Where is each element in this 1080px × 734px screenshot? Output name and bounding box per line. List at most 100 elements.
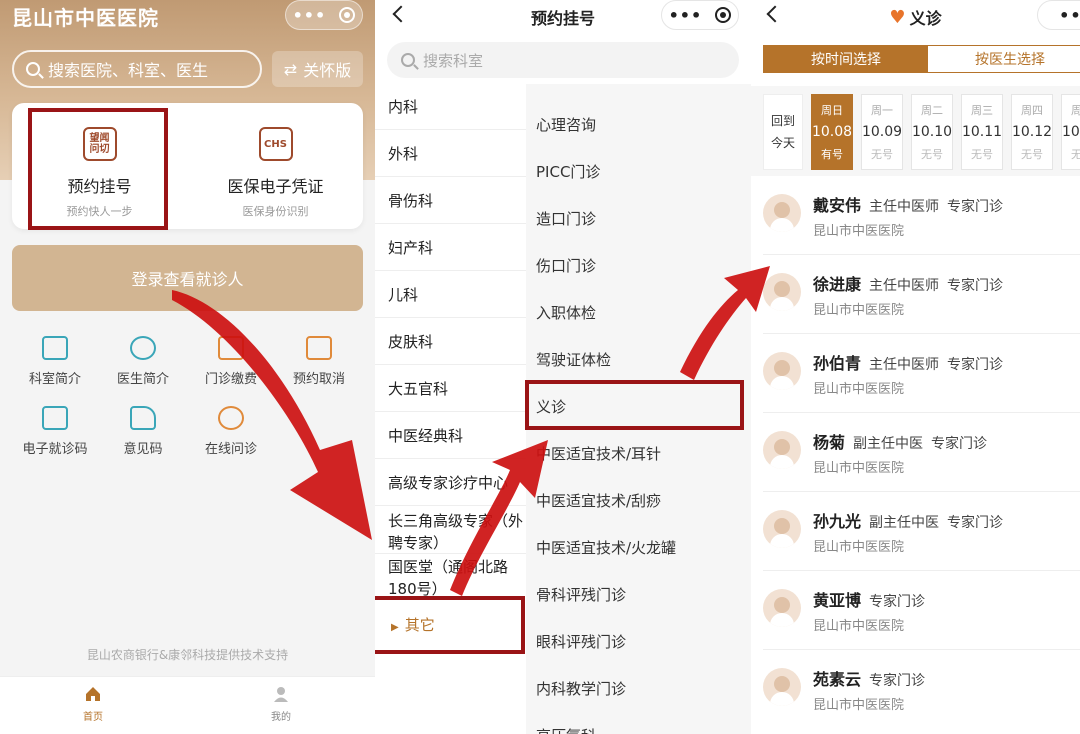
category-item[interactable]: 外科	[388, 143, 524, 165]
department-search-input[interactable]: 搜索科室	[387, 42, 739, 78]
highlight-box-appointment	[28, 108, 168, 230]
doctor-hospital: 昆山市中医医院	[813, 540, 905, 555]
medical-insurance-icon: CHS	[258, 127, 293, 161]
miniapp-capsule: •••	[1037, 0, 1080, 30]
subdepartment-item[interactable]: 驾驶证体检	[536, 349, 611, 370]
close-miniapp-icon[interactable]	[715, 7, 732, 23]
doctor-avatar	[763, 589, 801, 627]
grid-label: 电子就诊码	[22, 442, 88, 457]
date: 10.10	[911, 124, 953, 140]
tab-label: 我的	[271, 712, 291, 723]
search-icon	[26, 62, 40, 76]
insurance-card-button[interactable]: CHS 医保电子凭证 医保身份识别	[188, 103, 363, 229]
login-view-patient-button[interactable]: 登录查看就诊人	[12, 245, 363, 311]
visit-code-icon	[42, 406, 68, 430]
bottom-tab-bar: 首页 我的	[0, 676, 375, 734]
date-cell[interactable]: 周二 10.10 无号	[911, 94, 953, 170]
availability: 无号	[871, 148, 893, 161]
category-item[interactable]: 长三角高级专家（外聘专家）	[388, 510, 528, 554]
category-item[interactable]: 中医经典科	[388, 425, 524, 447]
grid-label: 医生简介	[116, 372, 169, 387]
more-icon[interactable]: •••	[669, 6, 703, 25]
insurance-sub: 医保身份识别	[242, 205, 309, 218]
tab-mine[interactable]: 我的	[241, 685, 321, 723]
subdepartment-item[interactable]: 内科教学门诊	[536, 678, 626, 699]
category-item[interactable]: 高级专家诊疗中心	[388, 472, 524, 494]
date: 10.12	[1011, 124, 1053, 140]
subdepartment-item[interactable]: 造口门诊	[536, 208, 596, 229]
weekday: 周日	[821, 104, 843, 117]
heart-plus-icon: ♥	[889, 6, 906, 28]
hospital-title: 昆山市中医医院	[12, 6, 159, 30]
doctor-hospital: 昆山市中医医院	[813, 461, 905, 476]
grid-appointment-cancel[interactable]: 预约取消	[276, 336, 362, 387]
select-by-time-tab[interactable]: 按时间选择	[764, 46, 928, 72]
care-mode-button[interactable]: ⇄ 关怀版	[272, 51, 363, 87]
grid-online-consult[interactable]: 在线问诊	[188, 406, 274, 457]
more-icon[interactable]: •••	[1059, 6, 1080, 25]
subdepartment-item[interactable]: 骨科评残门诊	[536, 584, 626, 605]
consult-icon	[218, 406, 244, 430]
category-item[interactable]: 国医堂（通阁北路180号）	[388, 556, 520, 600]
doctor-name-line: 徐进康 主任中医师 专家门诊	[813, 275, 1004, 294]
category-item[interactable]: 妇产科	[388, 237, 524, 259]
doctor-avatar	[763, 668, 801, 706]
subdepartment-item[interactable]: 伤口门诊	[536, 255, 596, 276]
category-item[interactable]: 皮肤科	[388, 331, 524, 353]
back-to-today-button[interactable]: 回到 今天	[763, 94, 803, 170]
availability: 无号	[921, 148, 943, 161]
subdepartment-item[interactable]: 入职体检	[536, 302, 596, 323]
date-cell[interactable]: 周四 10.12 无号	[1011, 94, 1053, 170]
grid-visit-code[interactable]: 电子就诊码	[12, 406, 98, 457]
date-cell[interactable]: 周三 10.11 无号	[961, 94, 1003, 170]
doctor-row[interactable]: 杨菊 副主任中医 专家门诊 昆山市中医医院	[751, 427, 1080, 506]
more-icon[interactable]: •••	[293, 6, 327, 25]
grid-outpatient-payment[interactable]: 门诊缴费	[188, 336, 274, 387]
grid-feedback-code[interactable]: 意见码	[100, 406, 186, 457]
date-cell-selected[interactable]: 周日 10.08 有号	[811, 94, 853, 170]
tab-home[interactable]: 首页	[53, 685, 133, 723]
doctor-row[interactable]: 戴安伟 主任中医师 专家门诊 昆山市中医医院	[751, 190, 1080, 269]
availability: 无号	[971, 148, 993, 161]
category-item[interactable]: 骨伤科	[388, 190, 524, 212]
subdepartment-item[interactable]: 中医适宜技术/火龙罐	[536, 537, 676, 558]
thumbs-up-icon	[130, 406, 156, 430]
close-miniapp-icon[interactable]	[339, 7, 356, 23]
home-screen: 昆山市中医医院 ••• 搜索医院、科室、医生 ⇄ 关怀版 望闻问切 预约挂号 预…	[0, 0, 375, 734]
category-item[interactable]: 大五官科	[388, 378, 524, 400]
search-icon	[401, 53, 415, 67]
payment-icon	[218, 336, 244, 360]
weekday: 周五	[1071, 104, 1080, 117]
tab-label: 首页	[83, 712, 103, 723]
date: 10.11	[961, 124, 1003, 140]
availability: 有号	[821, 148, 843, 161]
free-clinic-screen: ♥ 义诊 ••• 按时间选择 按医生选择 回到 今天 周日 10.08 有号 周…	[751, 0, 1080, 734]
subdepartment-item[interactable]: 中医适宜技术/耳针	[536, 443, 661, 464]
subdepartment-item[interactable]: 心理咨询	[536, 114, 596, 135]
date-cell[interactable]: 周一 10.09 无号	[861, 94, 903, 170]
hospital-search-bar[interactable]: 搜索医院、科室、医生	[12, 50, 262, 88]
subdepartment-item[interactable]: 高压氧科	[536, 725, 596, 734]
calendar-cancel-icon	[306, 336, 332, 360]
subdepartment-item[interactable]: PICC门诊	[536, 161, 600, 182]
grid-department-intro[interactable]: 科室简介	[12, 336, 98, 387]
select-by-doctor-tab[interactable]: 按医生选择	[928, 46, 1080, 72]
doctor-name-line: 孙伯青 主任中医师 专家门诊	[813, 354, 1004, 373]
doctor-row[interactable]: 孙伯青 主任中医师 专家门诊 昆山市中医医院	[751, 348, 1080, 427]
doctor-hospital: 昆山市中医医院	[813, 698, 905, 713]
doctor-hospital: 昆山市中医医院	[813, 303, 905, 318]
subdepartment-item[interactable]: 中医适宜技术/刮痧	[536, 490, 661, 511]
doctor-hospital: 昆山市中医医院	[813, 382, 905, 397]
date: 10.13	[1061, 124, 1080, 140]
doctor-row[interactable]: 苑素云 专家门诊 昆山市中医医院	[751, 664, 1080, 734]
grid-doctor-intro[interactable]: 医生简介	[100, 336, 186, 387]
doctor-row[interactable]: 黄亚博 专家门诊 昆山市中医医院	[751, 585, 1080, 664]
doctor-row[interactable]: 徐进康 主任中医师 专家门诊 昆山市中医医院	[751, 269, 1080, 348]
category-item[interactable]: 儿科	[388, 284, 524, 306]
doctor-row[interactable]: 孙九光 副主任中医 专家门诊 昆山市中医医院	[751, 506, 1080, 585]
date-cell[interactable]: 周五 10.13 无号	[1061, 94, 1080, 170]
page-title-text: 义诊	[909, 9, 942, 28]
search-placeholder: 搜索科室	[423, 51, 484, 70]
category-item[interactable]: 内科	[388, 96, 524, 118]
subdepartment-item[interactable]: 眼科评残门诊	[536, 631, 626, 652]
